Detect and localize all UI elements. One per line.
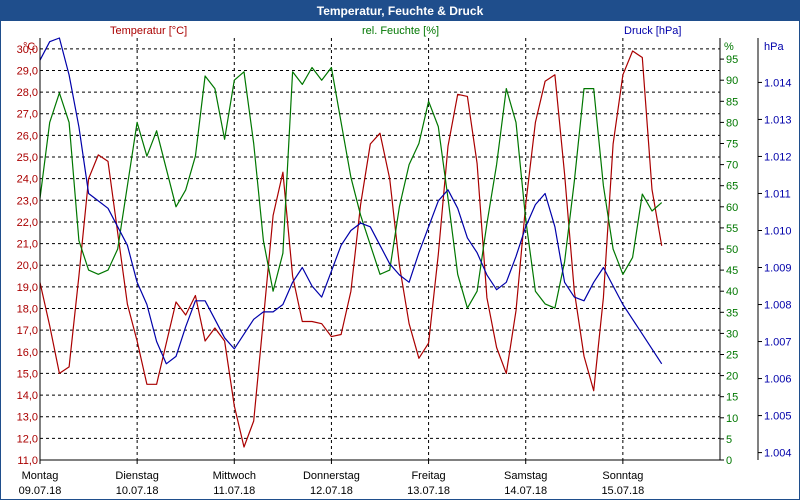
pressure-tick-label: 1.009: [764, 263, 792, 275]
humidity-tick-label: 60: [726, 202, 738, 214]
humidity-axis-label: rel. Feuchte [%]: [362, 25, 439, 37]
humidity-tick-label: 10: [726, 413, 738, 425]
pressure-tick-label: 1.004: [764, 448, 792, 460]
temperature-tick-label: 26,0: [17, 130, 38, 142]
pressure-axis-unit: hPa: [764, 41, 784, 53]
day-name-label: Sonntag: [602, 470, 643, 482]
temperature-tick-label: 29,0: [17, 65, 38, 77]
temperature-tick-label: 17,0: [17, 325, 38, 337]
humidity-tick-label: 25: [726, 350, 738, 362]
day-date-label: 13.07.18: [407, 485, 450, 497]
series-line-humidity: [39, 66, 663, 309]
humidity-tick-label: 95: [726, 54, 738, 66]
pressure-tick-label: 1.006: [764, 374, 792, 386]
series-line-temperature: [39, 50, 663, 448]
series-lines: [39, 37, 663, 448]
day-name-label: Freitag: [411, 470, 445, 482]
humidity-tick-label: 5: [726, 434, 732, 446]
day-name-label: Samstag: [504, 470, 547, 482]
chart-canvas: 30,029,028,027,026,025,024,023,022,021,0…: [17, 25, 792, 497]
temperature-tick-label: 14,0: [17, 390, 38, 402]
temperature-tick-label: 12,0: [17, 433, 38, 445]
grid: [40, 38, 720, 461]
pressure-axis-label: Druck [hPa]: [624, 25, 681, 37]
humidity-tick-label: 50: [726, 244, 738, 256]
day-date-label: 14.07.18: [504, 485, 547, 497]
day-name-label: Montag: [22, 470, 59, 482]
pressure-tick-label: 1.005: [764, 411, 792, 423]
humidity-tick-label: 90: [726, 75, 738, 87]
day-date-label: 09.07.18: [19, 485, 62, 497]
humidity-tick-label: 85: [726, 96, 738, 108]
humidity-tick-label: 65: [726, 181, 738, 193]
humidity-tick-label: 75: [726, 139, 738, 151]
humidity-axis-unit: %: [724, 41, 734, 53]
temperature-tick-label: 11,0: [17, 455, 38, 467]
humidity-tick-label: 70: [726, 160, 738, 172]
humidity-tick-label: 0: [726, 455, 732, 467]
day-date-label: 10.07.18: [116, 485, 159, 497]
humidity-tick-label: 20: [726, 371, 738, 383]
humidity-tick-label: 80: [726, 117, 738, 129]
humidity-tick-label: 30: [726, 328, 738, 340]
pressure-tick-label: 1.012: [764, 151, 792, 163]
pressure-tick-label: 1.011: [764, 188, 791, 200]
temperature-tick-label: 18,0: [17, 304, 38, 316]
humidity-tick-label: 40: [726, 286, 738, 298]
temperature-tick-label: 27,0: [17, 109, 38, 121]
pressure-tick-label: 1.013: [764, 114, 792, 126]
day-date-label: 12.07.18: [310, 485, 353, 497]
humidity-tick-label: 15: [726, 392, 738, 404]
temperature-tick-label: 23,0: [17, 195, 38, 207]
temperature-tick-label: 25,0: [17, 152, 38, 164]
day-name-label: Dienstag: [115, 470, 158, 482]
temperature-tick-label: 28,0: [17, 87, 38, 99]
temperature-tick-label: 22,0: [17, 217, 38, 229]
day-name-label: Mittwoch: [213, 470, 256, 482]
humidity-tick-label: 55: [726, 223, 738, 235]
temperature-tick-label: 19,0: [17, 282, 38, 294]
pressure-tick-label: 1.014: [764, 77, 792, 89]
day-date-label: 11.07.18: [213, 485, 255, 497]
temperature-tick-label: 15,0: [17, 368, 38, 380]
day-date-label: 15.07.18: [601, 485, 644, 497]
pressure-tick-label: 1.007: [764, 337, 792, 349]
temperature-tick-label: 13,0: [17, 412, 38, 424]
temperature-axis-label: Temperatur [°C]: [110, 25, 187, 37]
temperature-tick-label: 24,0: [17, 174, 38, 186]
pressure-tick-label: 1.008: [764, 300, 792, 312]
temperature-tick-label: 20,0: [17, 260, 38, 272]
temperature-axis-unit: °C: [23, 41, 35, 53]
day-name-label: Donnerstag: [303, 470, 360, 482]
temperature-tick-label: 16,0: [17, 347, 38, 359]
humidity-tick-label: 35: [726, 307, 738, 319]
series-line-pressure: [39, 37, 663, 365]
temperature-tick-label: 21,0: [17, 239, 38, 251]
pressure-tick-label: 1.010: [764, 225, 792, 237]
humidity-tick-label: 45: [726, 265, 738, 277]
